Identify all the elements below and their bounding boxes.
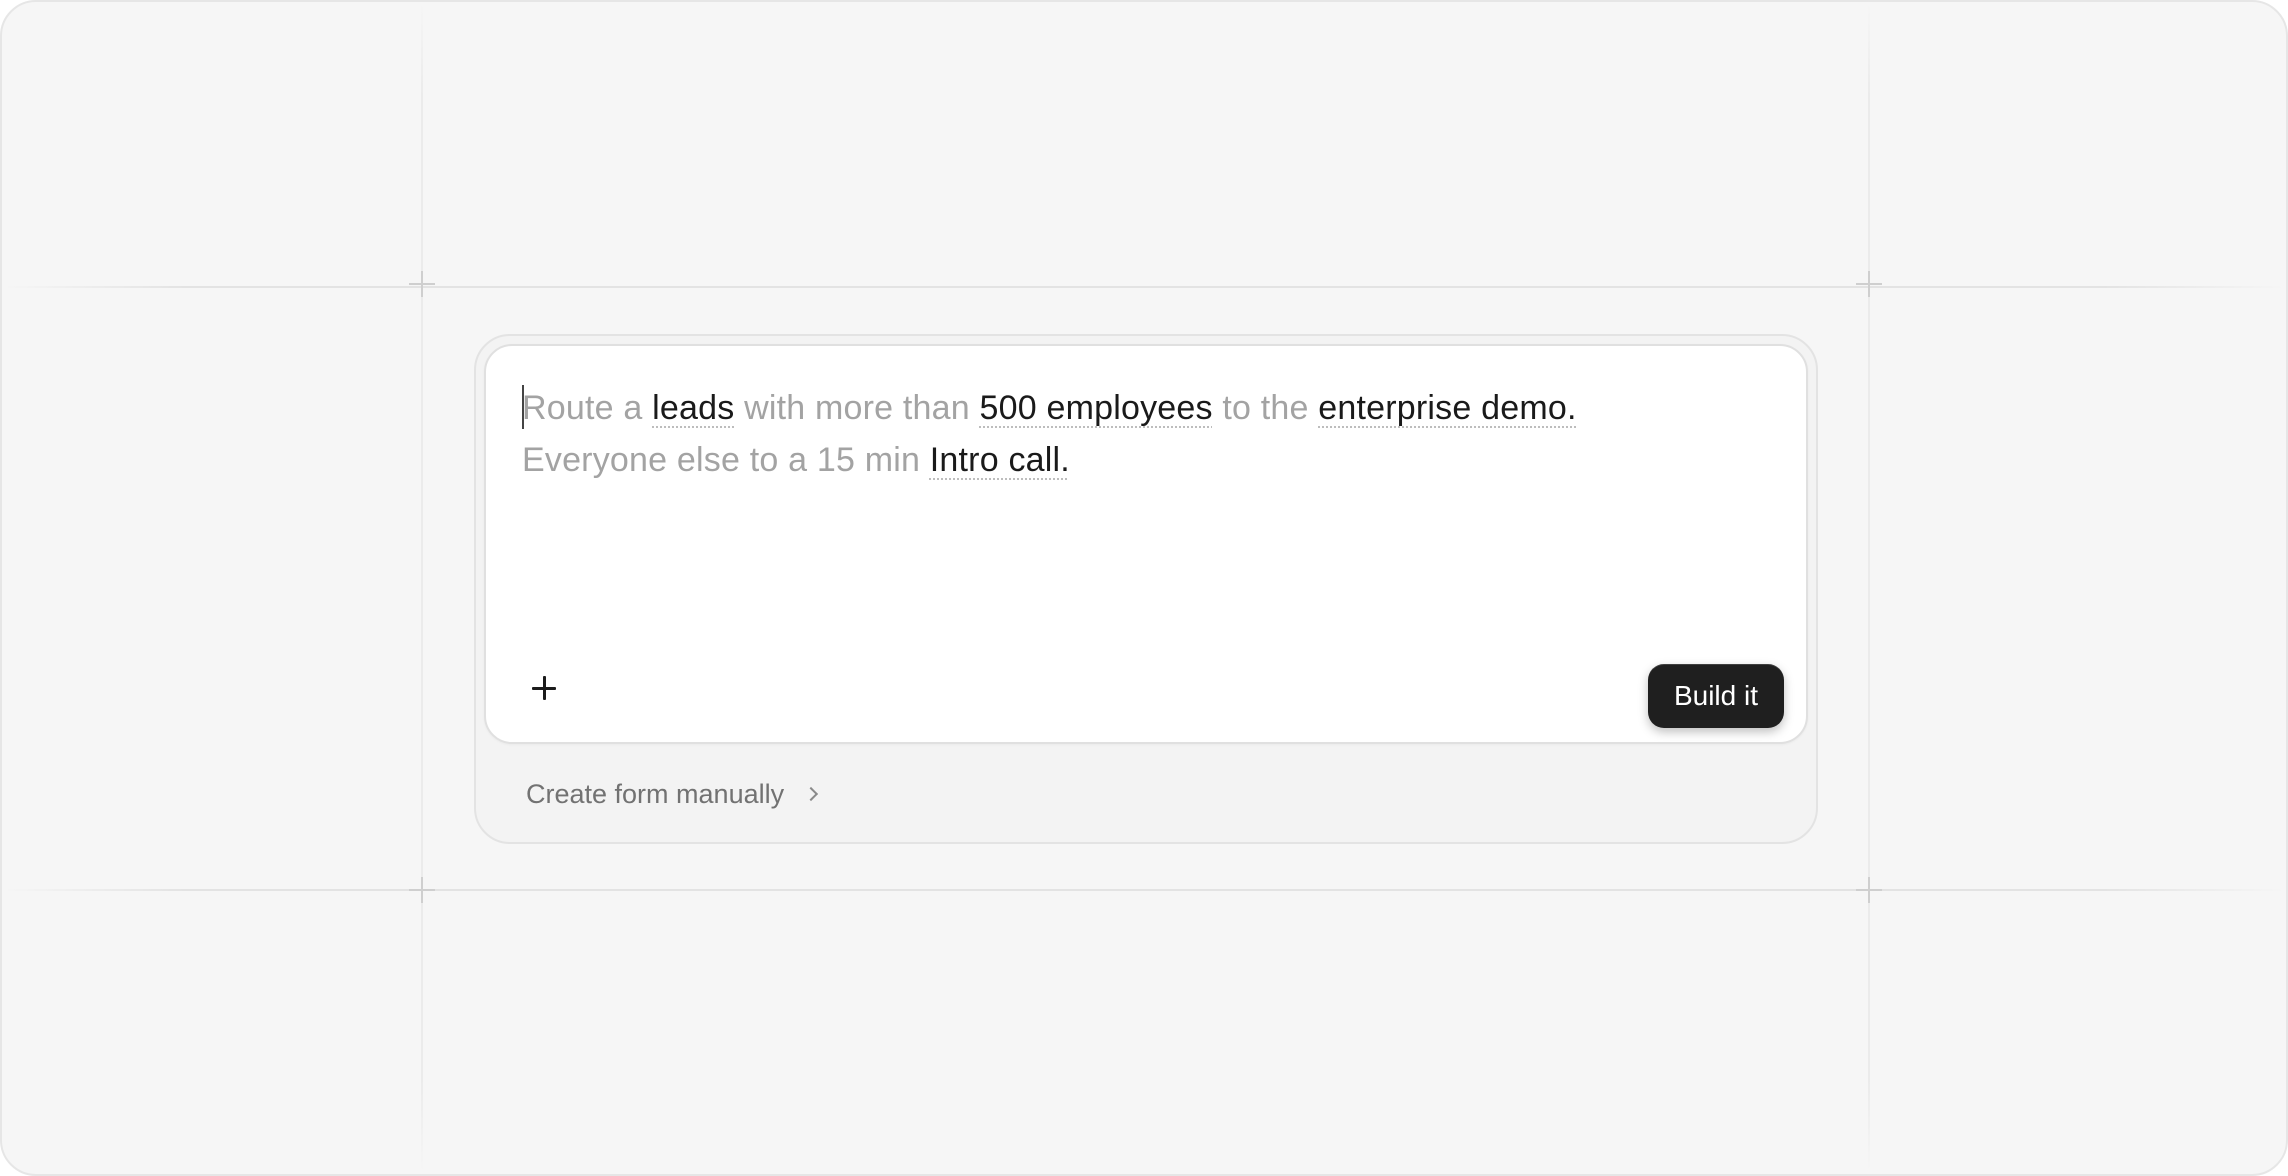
add-attachment-button[interactable] [522,666,566,710]
prompt-input-box[interactable]: Route a leads with more than 500 employe… [484,344,1808,744]
prompt-text-segment: Route a [522,389,653,427]
crosshair-icon [1856,271,1882,297]
create-form-manually-label: Create form manually [526,778,785,809]
canvas-frame: Route a leads with more than 500 employe… [0,0,2288,1176]
guide-line-top [2,286,2286,288]
guide-line-right [1868,2,1870,1174]
prompt-card: Route a leads with more than 500 employe… [474,334,1818,844]
prompt-text-segment: to the [1212,389,1319,427]
prompt-text[interactable]: Route a leads with more than 500 employe… [522,382,1762,486]
plus-icon [532,676,556,700]
prompt-token-intro-call[interactable]: Intro call. [930,441,1070,479]
prompt-token-enterprise-demo[interactable]: enterprise demo. [1318,389,1576,427]
prompt-token-leads[interactable]: leads [652,389,734,427]
prompt-text-segment: Everyone else to a 15 min [522,441,930,479]
crosshair-icon [409,271,435,297]
prompt-text-segment: with more than [734,389,980,427]
guide-line-left [421,2,423,1174]
create-form-manually-link[interactable]: Create form manually [526,774,819,814]
prompt-token-employees[interactable]: 500 employees [980,389,1213,427]
crosshair-icon [409,877,435,903]
guide-line-bottom [2,889,2286,891]
chevron-right-icon [804,786,819,802]
crosshair-icon [1856,877,1882,903]
build-it-button[interactable]: Build it [1647,664,1784,728]
